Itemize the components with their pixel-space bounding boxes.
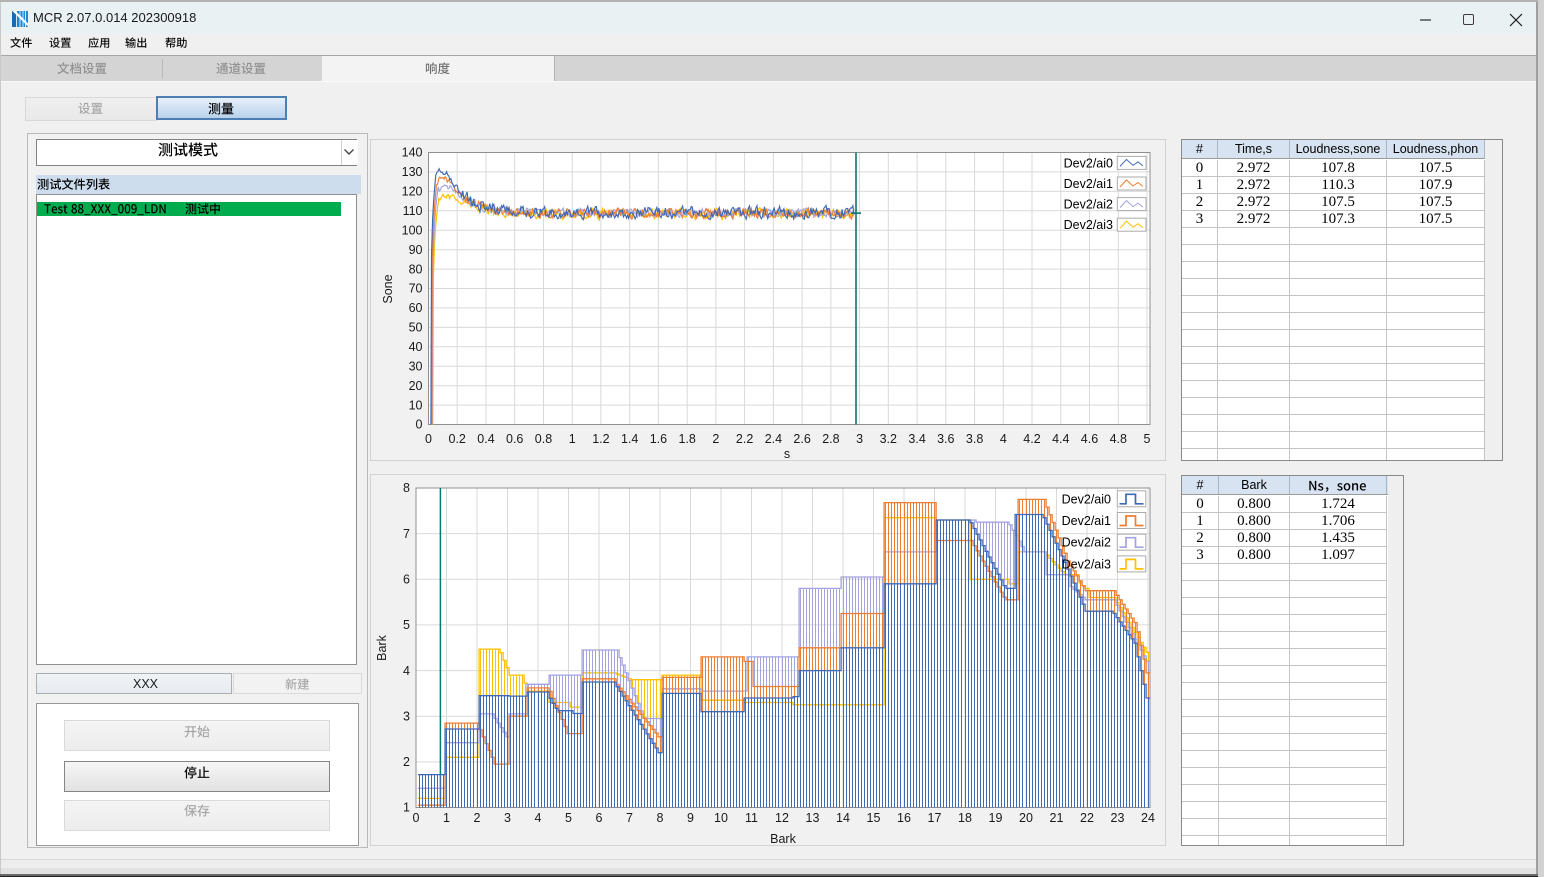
svg-text:Bark: Bark — [375, 634, 389, 660]
svg-text:4.4: 4.4 — [1052, 432, 1069, 446]
svg-text:130: 130 — [402, 165, 423, 179]
svg-text:15: 15 — [867, 811, 881, 825]
svg-text:0.8: 0.8 — [535, 432, 552, 446]
svg-text:3: 3 — [403, 709, 410, 723]
svg-text:7: 7 — [626, 811, 633, 825]
svg-text:0.4: 0.4 — [477, 432, 494, 446]
svg-text:140: 140 — [402, 146, 423, 160]
svg-text:3.2: 3.2 — [880, 432, 897, 446]
svg-text:30: 30 — [409, 359, 423, 373]
svg-text:Sone: Sone — [381, 274, 395, 303]
svg-text:1.4: 1.4 — [621, 432, 638, 446]
svg-text:12: 12 — [775, 811, 789, 825]
svg-text:2: 2 — [403, 755, 410, 769]
svg-text:6: 6 — [596, 811, 603, 825]
svg-text:5: 5 — [403, 618, 410, 632]
svg-text:1: 1 — [569, 432, 576, 446]
svg-text:4: 4 — [535, 811, 542, 825]
svg-text:3.8: 3.8 — [966, 432, 983, 446]
svg-text:20: 20 — [409, 379, 423, 393]
svg-text:0: 0 — [425, 432, 432, 446]
svg-text:9: 9 — [687, 811, 694, 825]
svg-text:90: 90 — [409, 243, 423, 257]
svg-text:13: 13 — [806, 811, 820, 825]
svg-text:7: 7 — [403, 527, 410, 541]
svg-text:80: 80 — [409, 262, 423, 276]
svg-text:40: 40 — [409, 340, 423, 354]
svg-text:11: 11 — [745, 811, 758, 825]
svg-text:1.6: 1.6 — [650, 432, 667, 446]
svg-text:8: 8 — [657, 811, 664, 825]
svg-text:1.2: 1.2 — [592, 432, 609, 446]
svg-text:4.8: 4.8 — [1110, 432, 1127, 446]
svg-text:Bark: Bark — [770, 832, 796, 846]
svg-text:Dev2/ai0: Dev2/ai0 — [1062, 492, 1111, 506]
svg-text:6: 6 — [403, 573, 410, 587]
svg-text:3.6: 3.6 — [937, 432, 954, 446]
svg-text:3: 3 — [856, 432, 863, 446]
svg-text:50: 50 — [409, 321, 423, 335]
svg-text:23: 23 — [1111, 811, 1125, 825]
svg-text:21: 21 — [1050, 811, 1064, 825]
svg-text:4.6: 4.6 — [1081, 432, 1098, 446]
svg-text:10: 10 — [409, 398, 423, 412]
svg-text:Dev2/ai2: Dev2/ai2 — [1064, 198, 1113, 212]
svg-text:0.6: 0.6 — [506, 432, 523, 446]
svg-text:Dev2/ai2: Dev2/ai2 — [1062, 536, 1111, 550]
svg-text:0: 0 — [416, 418, 423, 432]
svg-text:19: 19 — [989, 811, 1003, 825]
svg-text:2.8: 2.8 — [822, 432, 839, 446]
svg-text:120: 120 — [402, 185, 423, 199]
svg-text:18: 18 — [958, 811, 972, 825]
svg-text:2: 2 — [712, 432, 719, 446]
svg-text:10: 10 — [714, 811, 728, 825]
svg-text:100: 100 — [402, 223, 423, 237]
svg-text:Dev2/ai0: Dev2/ai0 — [1064, 156, 1113, 170]
svg-text:4.2: 4.2 — [1023, 432, 1040, 446]
svg-text:60: 60 — [409, 301, 423, 315]
svg-text:8: 8 — [403, 481, 410, 495]
svg-text:5: 5 — [1144, 432, 1151, 446]
svg-text:2: 2 — [474, 811, 481, 825]
svg-text:5: 5 — [565, 811, 572, 825]
svg-text:2.2: 2.2 — [736, 432, 753, 446]
svg-text:3.4: 3.4 — [908, 432, 925, 446]
svg-text:2.6: 2.6 — [793, 432, 810, 446]
svg-text:24: 24 — [1141, 811, 1155, 825]
svg-text:1.8: 1.8 — [679, 432, 696, 446]
svg-text:4: 4 — [403, 664, 410, 678]
svg-text:0: 0 — [413, 811, 420, 825]
svg-text:1: 1 — [443, 811, 450, 825]
svg-text:Dev2/ai1: Dev2/ai1 — [1064, 177, 1113, 191]
svg-text:110: 110 — [403, 204, 423, 218]
svg-text:1: 1 — [403, 801, 410, 815]
svg-text:16: 16 — [897, 811, 911, 825]
svg-text:22: 22 — [1080, 811, 1094, 825]
svg-text:17: 17 — [928, 811, 942, 825]
svg-text:s: s — [784, 447, 790, 461]
svg-text:14: 14 — [836, 811, 850, 825]
svg-text:2.4: 2.4 — [765, 432, 782, 446]
svg-text:20: 20 — [1019, 811, 1033, 825]
svg-text:Dev2/ai3: Dev2/ai3 — [1064, 218, 1113, 232]
svg-text:70: 70 — [409, 282, 423, 296]
svg-text:4: 4 — [1000, 432, 1007, 446]
svg-text:Dev2/ai3: Dev2/ai3 — [1062, 557, 1111, 571]
svg-text:0.2: 0.2 — [449, 432, 466, 446]
svg-text:3: 3 — [504, 811, 511, 825]
svg-text:Dev2/ai1: Dev2/ai1 — [1062, 514, 1111, 528]
